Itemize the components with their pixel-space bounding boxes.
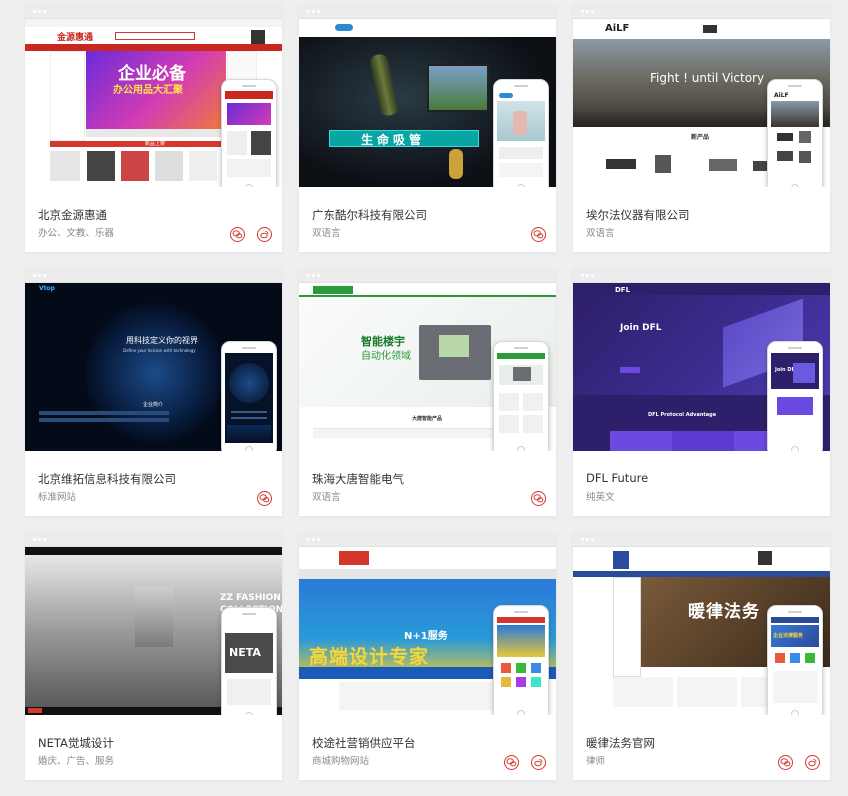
card-info: 广东酷尔科技有限公司 双语言 bbox=[299, 187, 556, 252]
case-title: 暖律法务官网 bbox=[586, 736, 655, 750]
wechat-icon[interactable] bbox=[531, 491, 546, 506]
browser-bar bbox=[299, 4, 556, 19]
site-logo: DFL bbox=[615, 286, 631, 294]
mobile-preview: 企业法律服务 bbox=[767, 605, 823, 715]
mobile-preview bbox=[493, 605, 549, 715]
case-card[interactable]: ZZ FASHION COLLECTION SHOW NETA NETA觉城设计… bbox=[25, 532, 282, 780]
wechat-icon[interactable] bbox=[504, 755, 519, 770]
card-info: 北京金源惠通 办公、文教、乐器 bbox=[25, 187, 282, 252]
case-title: 北京金源惠通 bbox=[38, 208, 107, 222]
banner-subtitle: 办公用品大汇聚 bbox=[113, 85, 183, 96]
section-title: 新产品 bbox=[691, 134, 710, 141]
wechat-icon[interactable] bbox=[257, 491, 272, 506]
case-title: DFL Future bbox=[586, 471, 649, 485]
site-logo: Vtop bbox=[39, 285, 55, 292]
case-category: 律师 bbox=[586, 756, 606, 767]
card-info: 埃尔法仪器有限公司 双语言 bbox=[573, 187, 830, 252]
card-info: DFL Future 纯英文 bbox=[573, 451, 830, 516]
case-card[interactable]: 生命吸管 广东酷尔科技有限公司 双语言 bbox=[299, 4, 556, 252]
section-title: 企业简介 bbox=[143, 402, 164, 408]
wechat-icon[interactable] bbox=[778, 755, 793, 770]
case-title: 埃尔法仪器有限公司 bbox=[586, 208, 690, 222]
browser-bar bbox=[573, 532, 830, 547]
case-card[interactable]: Vtop 用科技定义你的视界 Define your horizon with … bbox=[25, 268, 282, 516]
banner-slogan-en: Define your horizon with technology bbox=[123, 348, 196, 353]
case-category: 双语言 bbox=[586, 228, 615, 239]
case-card[interactable]: 智能楼宇 自动化领域 大唐智能产品 珠海大唐智能电气 双语言 bbox=[299, 268, 556, 516]
weibo-icon[interactable] bbox=[531, 755, 546, 770]
case-category: 双语言 bbox=[312, 228, 341, 239]
mobile-preview bbox=[221, 341, 277, 451]
card-info: NETA觉城设计 婚庆、广告、服务 bbox=[25, 715, 282, 780]
banner-main: 高端设计专家 bbox=[309, 646, 430, 668]
section-title: 新品上架 bbox=[145, 141, 166, 147]
case-card[interactable]: AiLF Fight ! until Victory 新产品 AiLF 埃尔法仪… bbox=[573, 4, 830, 252]
mobile-preview: AiLF bbox=[767, 79, 823, 187]
site-logo: AiLF bbox=[605, 23, 630, 34]
card-info: 暖律法务官网 律师 bbox=[573, 715, 830, 780]
weibo-icon[interactable] bbox=[257, 227, 272, 242]
browser-bar bbox=[25, 532, 282, 547]
case-category: 标准网站 bbox=[38, 492, 77, 503]
browser-bar bbox=[25, 4, 282, 19]
website-screenshot[interactable]: Vtop 用科技定义你的视界 Define your horizon with … bbox=[25, 283, 282, 451]
browser-bar bbox=[573, 268, 830, 283]
mobile-banner: 企业法律服务 bbox=[773, 633, 804, 639]
banner-slogan: 用科技定义你的视界 bbox=[126, 336, 198, 345]
mobile-banner: NETA bbox=[229, 646, 261, 659]
website-screenshot[interactable]: AiLF Fight ! until Victory 新产品 AiLF bbox=[573, 19, 830, 187]
case-category: 商城购物网站 bbox=[312, 756, 370, 767]
section-title: 大唐智能产品 bbox=[412, 416, 443, 422]
website-screenshot[interactable]: 暖律法务 企业法律服务 bbox=[573, 547, 830, 715]
website-screenshot[interactable]: ZZ FASHION COLLECTION SHOW NETA bbox=[25, 547, 282, 715]
site-logo: 金源惠通 bbox=[57, 33, 94, 43]
case-title: 北京维拓信息科技有限公司 bbox=[38, 472, 176, 486]
browser-bar bbox=[25, 268, 282, 283]
case-category: 纯英文 bbox=[586, 492, 615, 503]
website-screenshot[interactable]: DFL Join DFL DFL Protocol Advantage Join… bbox=[573, 283, 830, 451]
case-category: 双语言 bbox=[312, 492, 341, 503]
case-title: 校途社营销供应平台 bbox=[312, 736, 416, 750]
case-category: 办公、文教、乐器 bbox=[38, 228, 115, 239]
mobile-logo: AiLF bbox=[774, 92, 789, 99]
case-card[interactable]: 暖律法务 企业法律服务 暖律法务官网 律师 bbox=[573, 532, 830, 780]
card-info: 珠海大唐智能电气 双语言 bbox=[299, 451, 556, 516]
banner-subtitle: 自动化领域 bbox=[361, 351, 411, 362]
mobile-preview bbox=[221, 79, 277, 187]
card-info: 校途社营销供应平台 商城购物网站 bbox=[299, 715, 556, 780]
mobile-preview bbox=[493, 341, 549, 451]
browser-bar bbox=[299, 532, 556, 547]
case-title: NETA觉城设计 bbox=[38, 736, 114, 750]
case-card[interactable]: N+1服务 高端设计专家 校途社营销供应平台 商城购物网站 bbox=[299, 532, 556, 780]
browser-bar bbox=[573, 4, 830, 19]
case-title: 珠海大唐智能电气 bbox=[312, 472, 404, 486]
wechat-icon[interactable] bbox=[531, 227, 546, 242]
website-screenshot[interactable]: 金源惠通 企业必备 办公用品大汇聚 新品上架 bbox=[25, 19, 282, 187]
mobile-preview: Join DFL bbox=[767, 341, 823, 451]
website-screenshot[interactable]: 生命吸管 bbox=[299, 19, 556, 187]
wechat-icon[interactable] bbox=[230, 227, 245, 242]
banner-slogan: Join DFL bbox=[620, 323, 662, 333]
browser-bar bbox=[299, 268, 556, 283]
section-title: DFL Protocol Advantage bbox=[648, 412, 717, 418]
website-screenshot[interactable]: N+1服务 高端设计专家 bbox=[299, 547, 556, 715]
mobile-preview: NETA bbox=[221, 607, 277, 715]
case-category: 婚庆、广告、服务 bbox=[38, 756, 115, 767]
banner-title: N+1服务 bbox=[404, 631, 448, 642]
card-info: 北京维拓信息科技有限公司 标准网站 bbox=[25, 451, 282, 516]
weibo-icon[interactable] bbox=[805, 755, 820, 770]
website-screenshot[interactable]: 智能楼宇 自动化领域 大唐智能产品 bbox=[299, 283, 556, 451]
case-card[interactable]: DFL Join DFL DFL Protocol Advantage Join… bbox=[573, 268, 830, 516]
banner-slogan: Fight ! until Victory bbox=[650, 71, 765, 85]
case-card[interactable]: 金源惠通 企业必备 办公用品大汇聚 新品上架 北京金源惠通 办公、文教、乐器 bbox=[25, 4, 282, 252]
banner-title: 生命吸管 bbox=[361, 133, 426, 147]
mobile-preview bbox=[493, 79, 549, 187]
banner-title: 暖律法务 bbox=[688, 602, 760, 622]
case-title: 广东酷尔科技有限公司 bbox=[312, 208, 427, 222]
